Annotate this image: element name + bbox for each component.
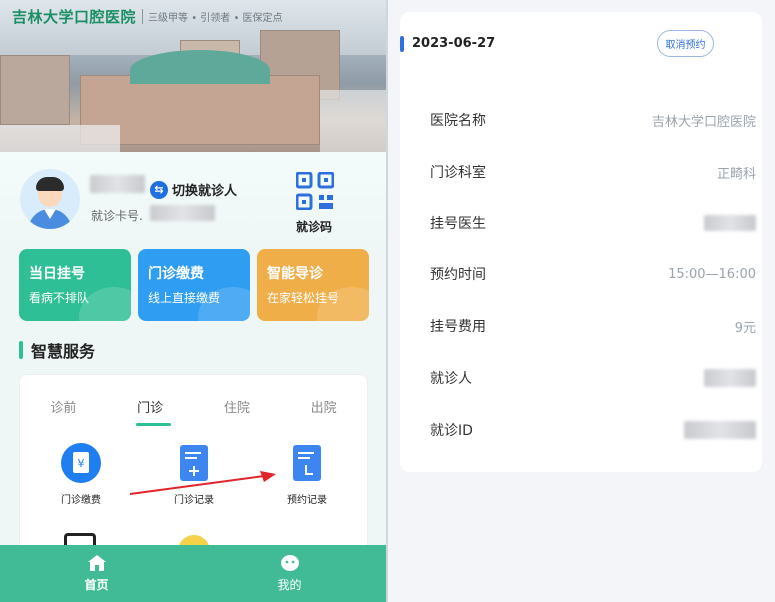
qr-code-icon[interactable] [296, 172, 334, 210]
hospital-banner: 吉林大学口腔医院 三级甲等 • 引领者 • 医保定点 [0, 0, 386, 152]
card-number-label: 就诊卡号. [91, 209, 143, 223]
detail-row-patient: 就诊人 [430, 368, 756, 388]
tab-label: 首页 [84, 578, 109, 592]
switch-patient-button[interactable]: ⇆ 切换就诊人 [150, 180, 237, 199]
payment-icon: ¥ [61, 443, 101, 483]
active-tab-indicator [136, 423, 171, 426]
tile-title: 智能导诊 [267, 266, 323, 282]
tab-inpatient[interactable]: 住院 [194, 397, 281, 416]
mobile-home-screen: 吉林大学口腔医院 三级甲等 • 引领者 • 医保定点 ⇆ 切换就诊人 就诊卡号.… [0, 0, 386, 602]
detail-key: 就诊ID [430, 423, 473, 439]
appointment-date: 2023-06-27 [412, 36, 496, 51]
doctor-name-redacted [704, 215, 756, 231]
detail-row-hospital: 医院名称 吉林大学口腔医院 [430, 110, 756, 130]
detail-row-time: 预约时间 15:00—16:00 [430, 264, 756, 284]
detail-key: 医院名称 [430, 113, 486, 129]
tab-discharge[interactable]: 出院 [280, 397, 367, 416]
service-label: 预约记录 [287, 495, 327, 506]
detail-key: 挂号费用 [430, 319, 486, 335]
hospital-subtitle: 三级甲等 • 引领者 • 医保定点 [142, 9, 283, 24]
appointment-detail-screen: 2023-06-27 取消预约 医院名称 吉林大学口腔医院 门诊科室 正畸科 挂… [388, 0, 775, 602]
svg-text:¥: ¥ [78, 457, 85, 470]
detail-value: 9元 [734, 320, 756, 336]
tile-subtitle: 线上直接缴费 [148, 291, 221, 305]
card-number-redacted [150, 205, 215, 221]
avatar[interactable] [20, 169, 80, 229]
same-day-registration-tile[interactable]: 当日挂号 看病不排队 [19, 249, 131, 321]
service-appointment-records[interactable]: 预约记录 [267, 443, 347, 506]
tab-pre-visit[interactable]: 诊前 [20, 397, 107, 416]
detail-key: 就诊人 [430, 371, 472, 387]
tab-home[interactable]: 首页 [0, 545, 193, 602]
patient-name-redacted [704, 369, 756, 387]
profile-icon [280, 555, 299, 571]
appointment-card: 2023-06-27 取消预约 医院名称 吉林大学口腔医院 门诊科室 正畸科 挂… [400, 12, 762, 472]
detail-row-patient-id: 就诊ID [430, 420, 756, 440]
tile-subtitle: 看病不排队 [29, 291, 90, 305]
cancel-appointment-button[interactable]: 取消预约 [657, 30, 714, 57]
annotation-arrow [129, 471, 276, 495]
outpatient-payment-tile[interactable]: 门诊缴费 线上直接缴费 [138, 249, 250, 321]
service-label: 门诊缴费 [61, 495, 101, 506]
detail-key: 门诊科室 [430, 165, 486, 181]
detail-row-doctor: 挂号医生 [430, 213, 756, 233]
detail-row-department: 门诊科室 正畸科 [430, 162, 756, 182]
swap-icon: ⇆ [150, 180, 168, 199]
detail-value: 15:00—16:00 [668, 266, 756, 282]
patient-id-redacted [684, 421, 756, 439]
service-outpatient-payment[interactable]: ¥ 门诊缴费 [41, 443, 121, 506]
tile-title: 当日挂号 [29, 266, 85, 282]
detail-key: 挂号医生 [430, 216, 486, 232]
tile-title: 门诊缴费 [148, 266, 204, 282]
date-accent-bar [400, 36, 404, 52]
home-icon [87, 555, 106, 571]
visit-code-label[interactable]: 就诊码 [296, 218, 332, 235]
bottom-tab-bar: 首页 我的 [0, 545, 386, 602]
section-header: 智慧服务 [19, 338, 95, 362]
detail-key: 预约时间 [430, 267, 486, 283]
detail-value: 吉林大学口腔医院 [651, 114, 756, 130]
tile-subtitle: 在家轻松挂号 [267, 291, 340, 305]
appointment-record-icon [293, 445, 321, 481]
section-title: 智慧服务 [31, 342, 96, 361]
tab-outpatient[interactable]: 门诊 [107, 397, 194, 416]
detail-row-fee: 挂号费用 9元 [430, 316, 756, 336]
detail-value: 正畸科 [716, 166, 756, 182]
smart-guide-tile[interactable]: 智能导诊 在家轻松挂号 [257, 249, 369, 321]
patient-name-redacted [90, 175, 145, 193]
tab-label: 我的 [277, 578, 302, 592]
hospital-name: 吉林大学口腔医院 [12, 8, 137, 26]
tab-profile[interactable]: 我的 [193, 545, 386, 602]
switch-patient-label: 切换就诊人 [172, 184, 238, 199]
quick-actions: 当日挂号 看病不排队 门诊缴费 线上直接缴费 智能导诊 在家轻松挂号 [19, 249, 369, 321]
